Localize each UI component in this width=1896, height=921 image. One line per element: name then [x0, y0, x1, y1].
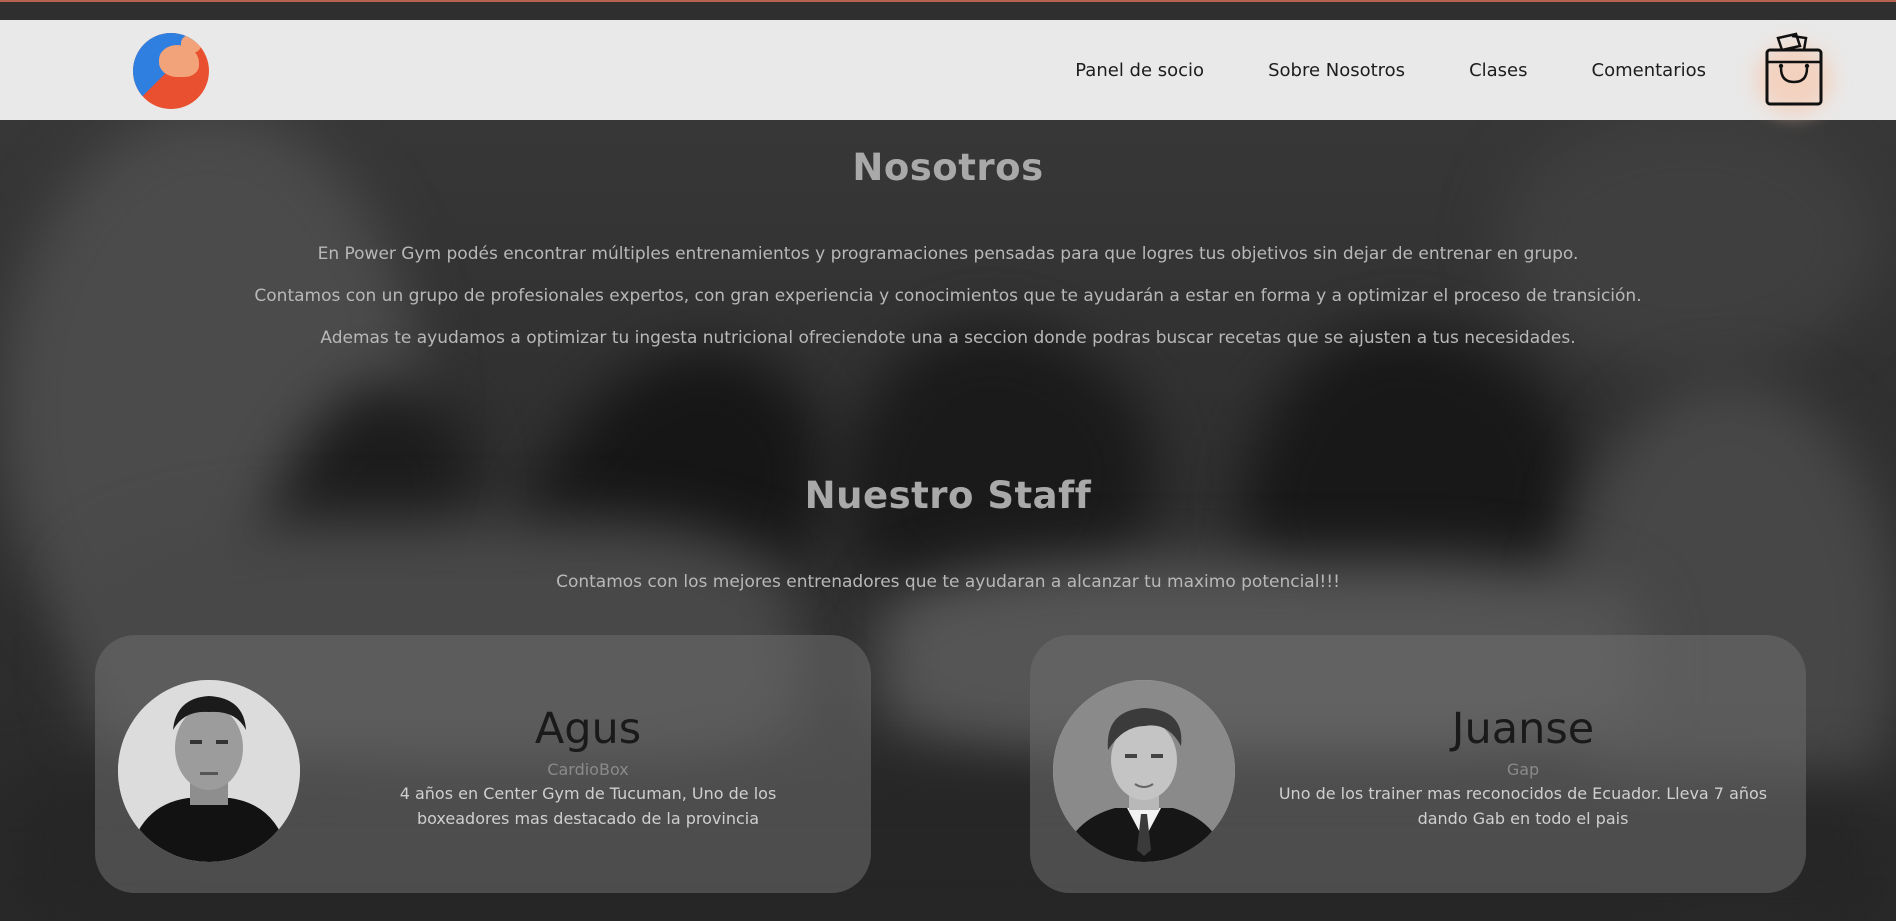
staff-name: Agus	[534, 704, 642, 754]
nav-link-panel-de-socio[interactable]: Panel de socio	[1075, 60, 1204, 81]
staff-card-agus: Agus CardioBox 4 años en Center Gym de T…	[95, 635, 871, 893]
shopping-bag-icon[interactable]	[1762, 32, 1826, 108]
staff-name: Juanse	[1451, 704, 1595, 754]
staff-role: CardioBox	[547, 760, 629, 780]
staff-role: Gap	[1506, 760, 1540, 780]
navbar: Panel de socio Sobre Nosotros Clases Com…	[0, 20, 1896, 120]
staff-description: 4 años en Center Gym de Tucuman, Uno de …	[399, 784, 777, 829]
staff-subtitle: Contamos con los mejores entrenadores qu…	[556, 572, 1340, 592]
staff-card-juanse: Juanse Gap Uno de los trainer mas recono…	[1030, 635, 1806, 893]
nav-link-clases[interactable]: Clases	[1469, 60, 1527, 81]
nav-link-sobre-nosotros[interactable]: Sobre Nosotros	[1268, 60, 1405, 81]
nav-links: Panel de socio Sobre Nosotros Clases Com…	[1011, 20, 1706, 120]
gym-logo[interactable]	[133, 33, 209, 109]
avatar	[1053, 680, 1235, 862]
avatar	[118, 680, 300, 862]
about-paragraph-2: Contamos con un grupo de profesionales e…	[254, 286, 1642, 306]
staff-title: Nuestro Staff	[804, 474, 1092, 517]
nav-link-comentarios[interactable]: Comentarios	[1592, 60, 1706, 81]
about-title: Nosotros	[852, 146, 1044, 189]
staff-description: Uno de los trainer mas reconocidos de Ec…	[1278, 784, 1768, 829]
top-strip	[0, 0, 1896, 20]
about-paragraph-1: En Power Gym podés encontrar múltiples e…	[317, 244, 1579, 264]
about-paragraph-3: Ademas te ayudamos a optimizar tu ingest…	[320, 328, 1576, 348]
